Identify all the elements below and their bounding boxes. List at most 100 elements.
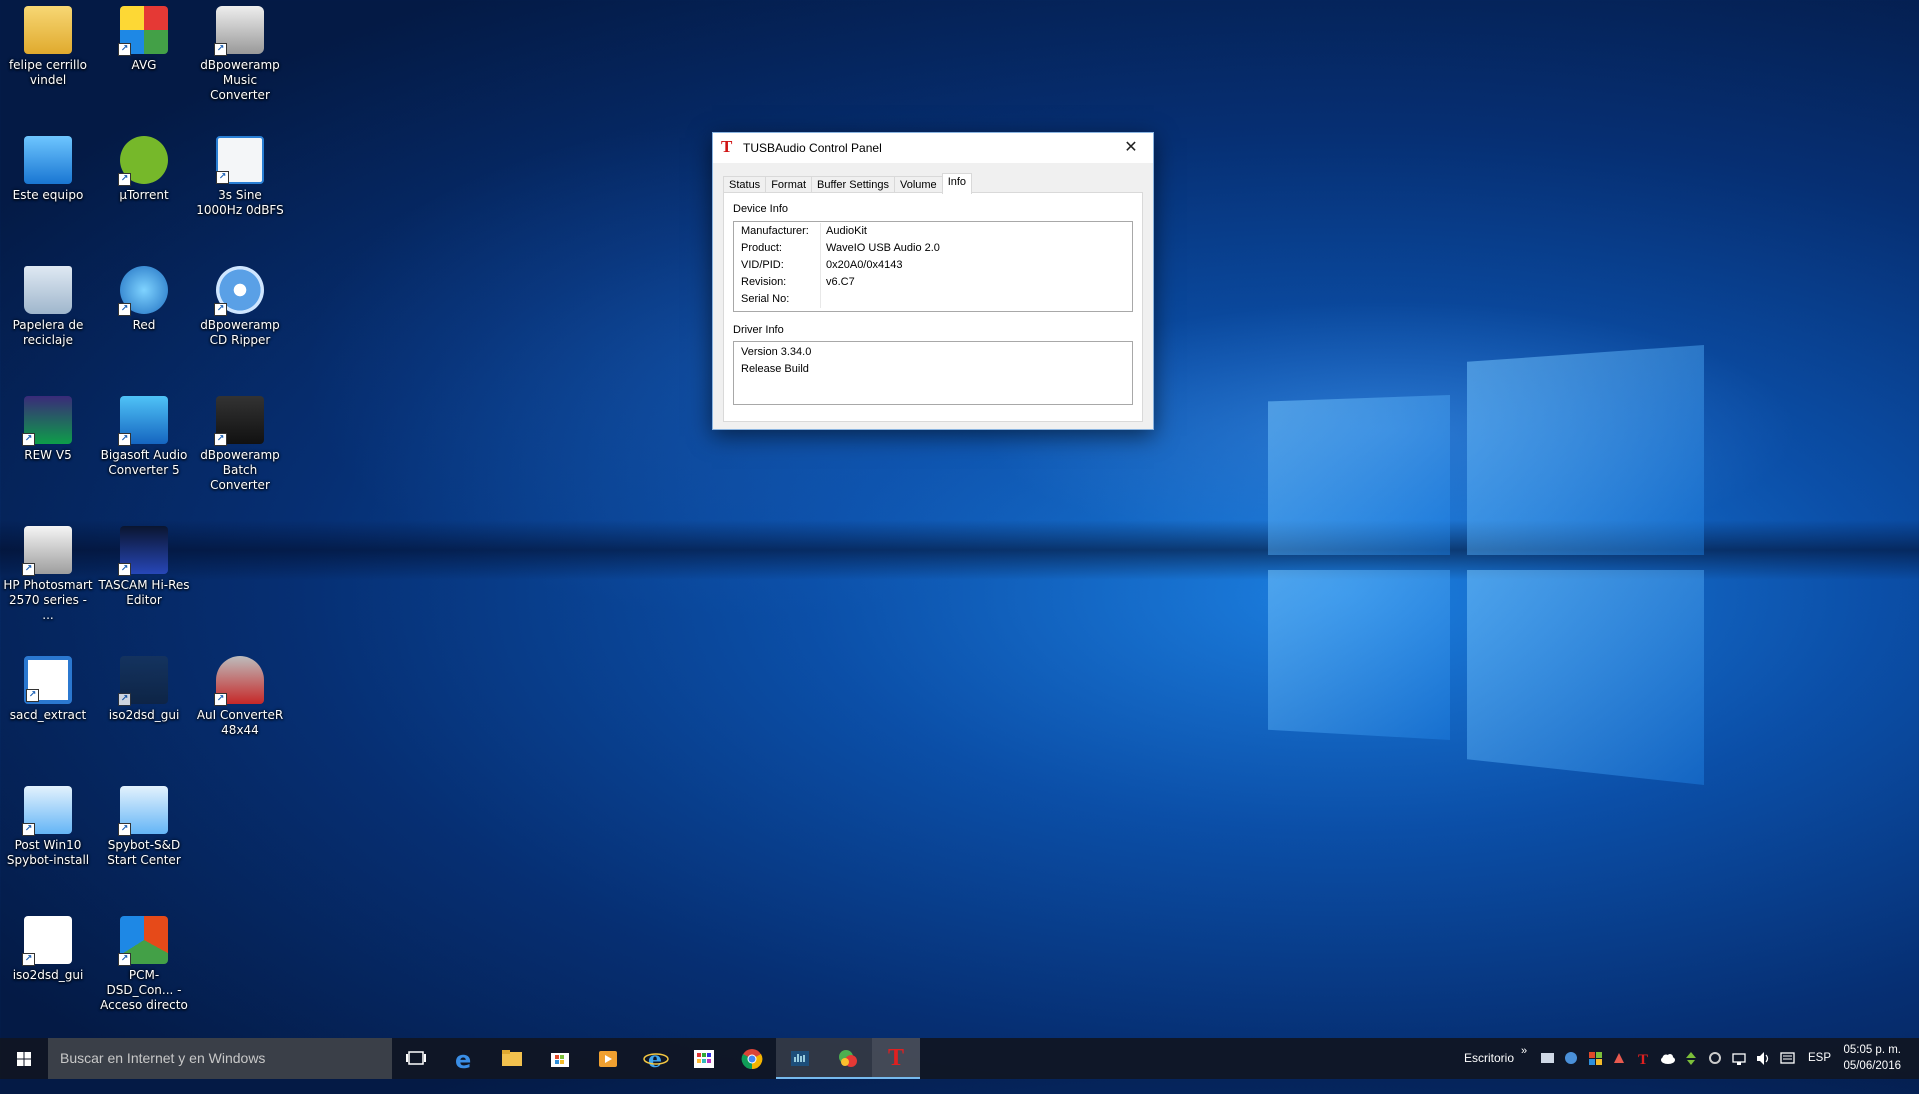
desktop-icon[interactable]: ↗ dBpoweramp Batch Converter bbox=[192, 390, 288, 510]
desktop-icon[interactable]: ↗ 3s Sine 1000Hz 0dBFS bbox=[192, 130, 288, 250]
info-tab-panel: Device Info Manufacturer: AudioKit Produc… bbox=[723, 192, 1143, 422]
chrome-icon bbox=[741, 1049, 763, 1070]
tusbaudio-logo-icon: T bbox=[721, 137, 733, 156]
clock[interactable]: 05:05 p. m. 05/06/2016 bbox=[1843, 1042, 1901, 1074]
cloud-icon[interactable] bbox=[1660, 1051, 1675, 1066]
shortcut-arrow-icon: ↗ bbox=[22, 823, 35, 836]
info-key: Revision: bbox=[741, 276, 787, 288]
taskbar-app-button[interactable] bbox=[776, 1038, 824, 1079]
user-folder-icon bbox=[24, 6, 72, 54]
tab-info[interactable]: Info bbox=[941, 173, 973, 194]
music-note-icon: ↗ bbox=[118, 396, 168, 446]
desktop-icon[interactable]: ↗ dBpoweramp CD Ripper bbox=[192, 260, 288, 380]
tray-app-icon[interactable] bbox=[1540, 1051, 1555, 1066]
svg-text:e: e bbox=[455, 1046, 471, 1074]
desktop-icon[interactable]: ↗ Red bbox=[96, 260, 192, 380]
spybot-icon: ↗ bbox=[118, 786, 168, 836]
desktop-icon-label: AuI ConverteR 48x44 bbox=[196, 708, 284, 737]
network-icon[interactable] bbox=[1732, 1051, 1747, 1066]
desktop-icon[interactable]: ↗ Spybot-S&D Start Center bbox=[96, 780, 192, 900]
device-info-list[interactable]: Manufacturer: AudioKit Product: WaveIO USB… bbox=[733, 221, 1133, 312]
desktop-icon[interactable]: ↗ iso2dsd_gui bbox=[96, 650, 192, 770]
plug-icon: ↗ bbox=[214, 656, 264, 706]
desktop-icon[interactable]: ↗ AVG bbox=[96, 0, 192, 120]
shortcut-arrow-icon: ↗ bbox=[22, 953, 35, 966]
desktop-icon-label: Post Win10 Spybot-install bbox=[6, 838, 90, 867]
desktop-icon[interactable]: ↗ µTorrent bbox=[96, 130, 192, 250]
apps-grid-icon bbox=[694, 1050, 714, 1068]
window-icon: ↗ bbox=[24, 656, 72, 704]
search-box[interactable]: Buscar en Internet y en Windows bbox=[48, 1038, 392, 1079]
utorrent-icon: ↗ bbox=[118, 136, 168, 186]
tray-app-icon[interactable] bbox=[1588, 1051, 1603, 1066]
desktop-icon[interactable]: ↗ PCM-DSD_Con... - Acceso directo bbox=[96, 910, 192, 1030]
driver-info-box[interactable]: Version 3.34.0 Release Build bbox=[733, 341, 1133, 405]
shortcut-arrow-icon: ↗ bbox=[22, 433, 35, 446]
shortcut-arrow-icon: ↗ bbox=[216, 171, 229, 184]
task-view-icon bbox=[406, 1051, 426, 1065]
tusbaudio-control-panel-window[interactable]: T TUSBAudio Control Panel ✕ Status Forma… bbox=[712, 132, 1154, 430]
windows-logo-icon bbox=[17, 1052, 31, 1066]
desktop-toolbar-label[interactable]: Escritorio bbox=[1464, 1038, 1514, 1079]
start-button[interactable] bbox=[0, 1038, 48, 1079]
shortcut-arrow-icon: ↗ bbox=[214, 693, 227, 706]
title-bar[interactable]: T TUSBAudio Control Panel ✕ bbox=[713, 133, 1153, 163]
desktop-icon-label: 3s Sine 1000Hz 0dBFS bbox=[196, 188, 284, 217]
shortcut-arrow-icon: ↗ bbox=[118, 563, 131, 576]
desktop-icon[interactable]: Este equipo bbox=[0, 130, 96, 250]
store-button[interactable] bbox=[536, 1038, 584, 1079]
shortcut-arrow-icon: ↗ bbox=[118, 303, 131, 316]
recycle-bin-icon bbox=[24, 266, 72, 314]
tusbaudio-tray-icon[interactable]: T bbox=[1636, 1051, 1651, 1066]
tray-app-icon[interactable] bbox=[1564, 1051, 1579, 1066]
input-language[interactable]: ESP bbox=[1808, 1038, 1831, 1079]
notification-icon[interactable] bbox=[1780, 1051, 1795, 1066]
info-value bbox=[820, 291, 826, 308]
device-info-label: Device Info bbox=[733, 203, 789, 215]
tray-app-icon[interactable] bbox=[1708, 1051, 1723, 1066]
desktop-icon[interactable]: ↗ TASCAM Hi-Res Editor bbox=[96, 520, 192, 640]
desktop-icon[interactable]: ↗ REW V5 bbox=[0, 390, 96, 510]
desktop-icon[interactable]: felipe cerrillo vindel bbox=[0, 0, 96, 120]
desktop-icon-label: REW V5 bbox=[24, 448, 72, 462]
desktop-icon[interactable]: ↗ iso2dsd_gui bbox=[0, 910, 96, 1030]
avg-icon: ↗ bbox=[118, 6, 168, 56]
chevron-icon[interactable]: » bbox=[1521, 1031, 1527, 1072]
taskbar-app-button[interactable] bbox=[824, 1038, 872, 1079]
desktop-icon[interactable]: ↗ HP Photosmart 2570 series - ... bbox=[0, 520, 96, 640]
rew-icon: ↗ bbox=[22, 396, 72, 446]
close-icon[interactable]: ✕ bbox=[1109, 133, 1153, 163]
office-icon: ↗ bbox=[118, 916, 168, 966]
shortcut-arrow-icon: ↗ bbox=[26, 689, 39, 702]
tray-app-icon[interactable] bbox=[1612, 1051, 1627, 1066]
desktop-icon-label: Red bbox=[132, 318, 156, 332]
device-info-row: Revision: v6.C7 bbox=[734, 274, 1132, 291]
shortcut-arrow-icon: ↗ bbox=[118, 433, 131, 446]
wallpaper-shadow-band bbox=[0, 520, 1919, 580]
desktop-icon-label: dBpoweramp Batch Converter bbox=[200, 448, 280, 492]
desktop-icon[interactable]: ↗ dBpoweramp Music Converter bbox=[192, 0, 288, 120]
desktop-icon[interactable]: Papelera de reciclaje bbox=[0, 260, 96, 380]
speaker-icon: ↗ bbox=[214, 6, 264, 56]
driver-build: Release Build bbox=[741, 363, 809, 375]
media-player-button[interactable] bbox=[584, 1038, 632, 1079]
task-view-button[interactable] bbox=[392, 1038, 440, 1079]
desktop-icon[interactable]: ↗ Post Win10 Spybot-install bbox=[0, 780, 96, 900]
volume-icon[interactable] bbox=[1756, 1051, 1771, 1066]
windows-logo-pane bbox=[1268, 570, 1450, 740]
internet-explorer-button[interactable]: e bbox=[632, 1038, 680, 1079]
tusbaudio-taskbar-button[interactable]: T bbox=[872, 1038, 920, 1079]
chrome-button[interactable] bbox=[728, 1038, 776, 1079]
info-key: Manufacturer: bbox=[741, 225, 809, 237]
apps-grid-button[interactable] bbox=[680, 1038, 728, 1079]
recycle-tray-icon[interactable] bbox=[1684, 1051, 1699, 1066]
desktop-icon[interactable]: ↗ AuI ConverteR 48x44 bbox=[192, 650, 288, 770]
taskbar: Buscar en Internet y en Windows e e T Es… bbox=[0, 1038, 1919, 1079]
desktop-icon-label: µTorrent bbox=[119, 188, 169, 202]
file-explorer-button[interactable] bbox=[488, 1038, 536, 1079]
edge-button[interactable]: e bbox=[440, 1038, 488, 1079]
desktop-icon[interactable]: ↗ Bigasoft Audio Converter 5 bbox=[96, 390, 192, 510]
desktop-icon-label: PCM-DSD_Con... - Acceso directo bbox=[100, 968, 188, 1012]
desktop-icon[interactable]: ↗ sacd_extract bbox=[0, 650, 96, 770]
edge-icon: e bbox=[455, 1046, 471, 1074]
